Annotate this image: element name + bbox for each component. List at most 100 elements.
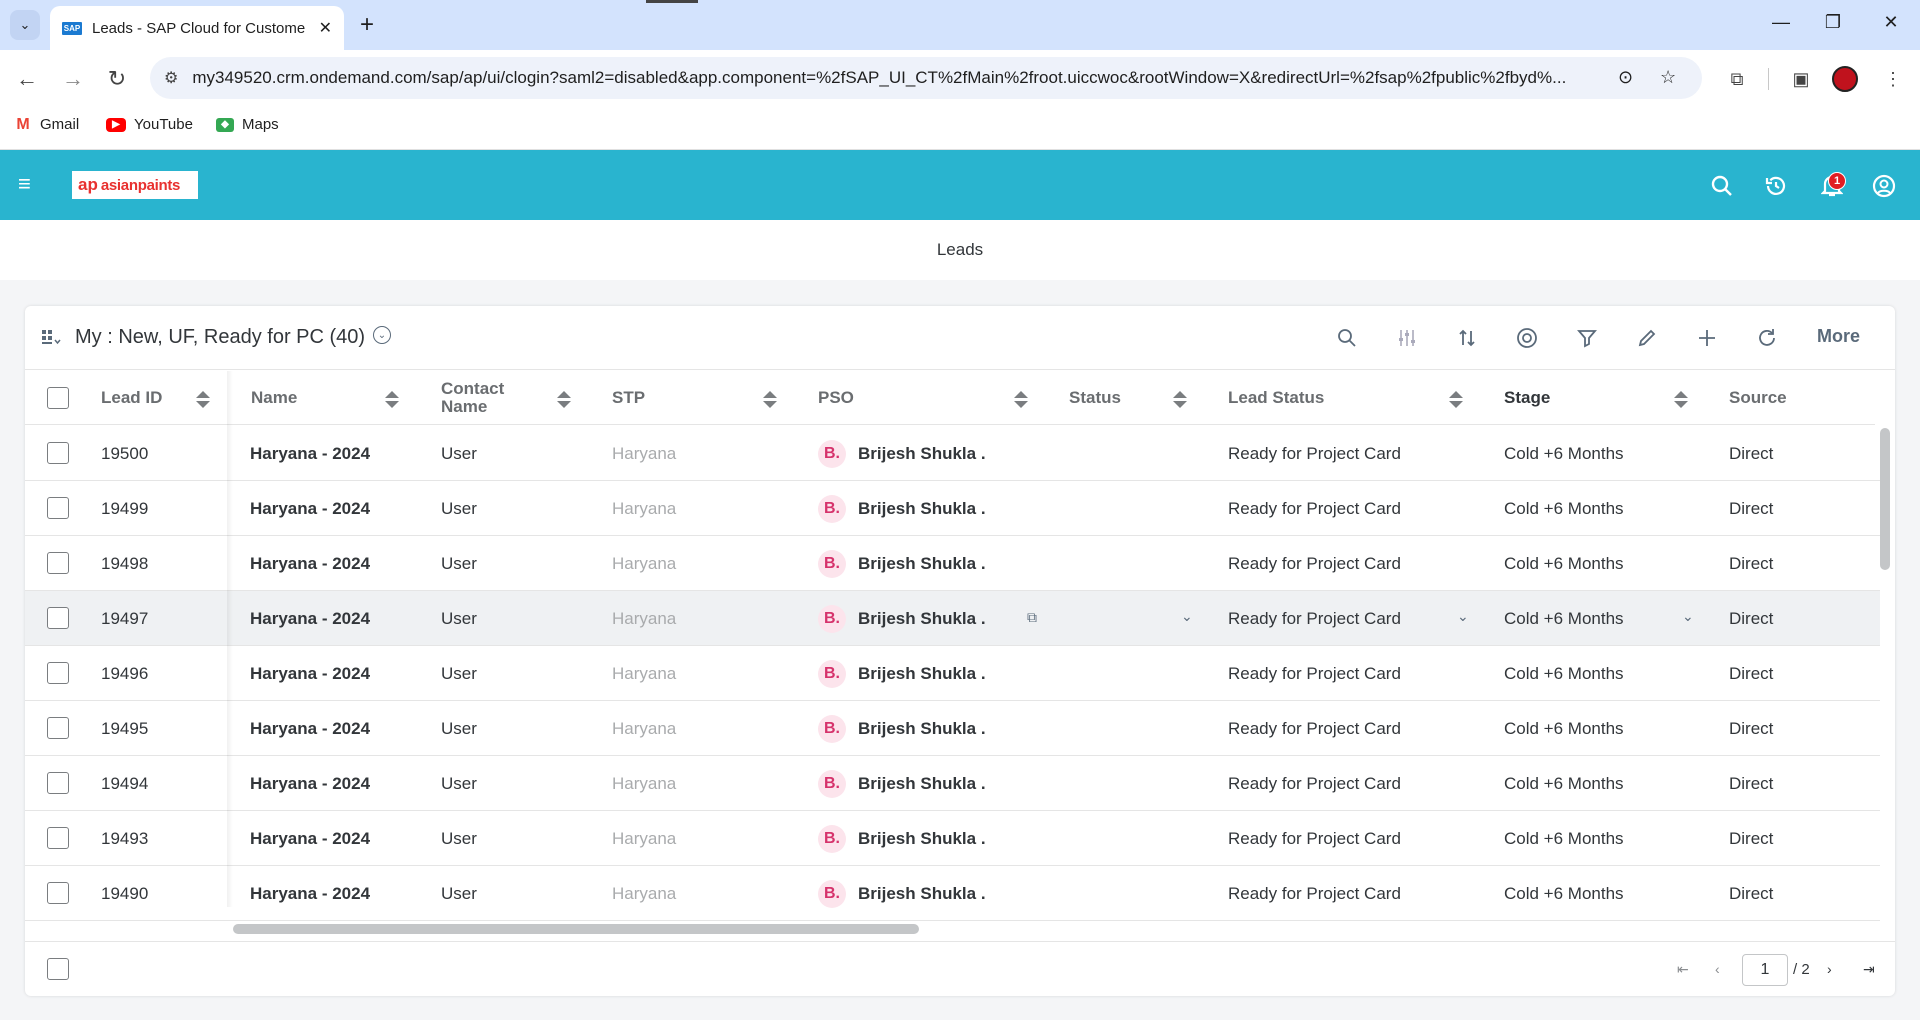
bookmark-maps[interactable]: ◆ Maps xyxy=(216,116,279,133)
sort-icon[interactable] xyxy=(1453,324,1481,352)
lead-status-cell[interactable]: Ready for Project Card xyxy=(1228,756,1401,811)
more-button[interactable]: More xyxy=(1817,326,1860,347)
horizontal-scrollbar[interactable] xyxy=(233,924,919,934)
table-row[interactable]: 19499 Haryana - 2024 User Haryana B. Brijesh … xyxy=(25,481,1880,536)
lead-status-cell[interactable]: Ready for Project Card xyxy=(1228,646,1401,701)
restore-icon[interactable]: ❐ xyxy=(1818,12,1848,33)
lead-status-cell[interactable]: Ready for Project Card xyxy=(1228,811,1401,866)
first-page-icon[interactable]: ⇤ xyxy=(1677,961,1689,978)
stage-cell[interactable]: Cold +6 Months xyxy=(1504,866,1624,921)
view-switch-icon[interactable] xyxy=(41,328,61,346)
lead-status-cell[interactable]: Ready for Project Card xyxy=(1228,866,1401,921)
sort-name-icon[interactable] xyxy=(385,391,399,409)
lead-name-link[interactable]: Haryana - 2024 xyxy=(250,646,370,701)
row-checkbox[interactable] xyxy=(47,772,69,794)
hamburger-menu-icon[interactable]: ≡ xyxy=(18,173,40,195)
lead-status-cell[interactable]: Ready for Project Card xyxy=(1228,481,1401,536)
view-selector-title[interactable]: My : New, UF, Ready for PC (40) xyxy=(75,326,365,349)
row-checkbox[interactable] xyxy=(47,442,69,464)
pso-cell[interactable]: B. Brijesh Shukla . xyxy=(818,866,986,921)
browser-tab-active[interactable]: SAP Leads - SAP Cloud for Custome ✕ xyxy=(50,6,344,50)
lead-status-cell[interactable]: Ready for Project Card xyxy=(1228,426,1401,481)
lead-name-link[interactable]: Haryana - 2024 xyxy=(250,426,370,481)
group-target-icon[interactable] xyxy=(1513,324,1541,352)
column-header-name[interactable]: Name xyxy=(251,371,297,425)
table-row[interactable]: 19496 Haryana - 2024 User Haryana B. Brijesh … xyxy=(25,646,1880,701)
stage-cell[interactable]: Cold +6 Months xyxy=(1504,536,1624,591)
row-checkbox[interactable] xyxy=(47,497,69,519)
table-row[interactable]: 19498 Haryana - 2024 User Haryana B. Brijesh … xyxy=(25,536,1880,591)
user-profile-icon[interactable] xyxy=(1870,172,1898,200)
table-row[interactable]: 19500 Haryana - 2024 User Haryana B. Brijesh … xyxy=(25,426,1880,481)
column-header-source[interactable]: Source xyxy=(1729,371,1787,425)
asianpaints-logo[interactable]: ap asianpaints xyxy=(72,171,198,199)
minimize-icon[interactable]: — xyxy=(1766,12,1796,33)
sort-pso-icon[interactable] xyxy=(1014,391,1028,409)
row-checkbox[interactable] xyxy=(47,662,69,684)
stage-chevron-down-icon[interactable]: ⌄ xyxy=(1682,608,1694,625)
lead-name-link[interactable]: Haryana - 2024 xyxy=(250,701,370,756)
pso-cell[interactable]: B. Brijesh Shukla . xyxy=(818,646,986,701)
previous-page-icon[interactable]: ‹ xyxy=(1715,961,1720,977)
reload-icon[interactable]: ↻ xyxy=(102,64,132,94)
stage-cell[interactable]: Cold +6 Months xyxy=(1504,756,1624,811)
tab-close-icon[interactable]: ✕ xyxy=(319,18,332,38)
column-header-lead-status[interactable]: Lead Status xyxy=(1228,371,1324,425)
refresh-icon[interactable] xyxy=(1753,324,1781,352)
stage-cell[interactable]: Cold +6 Months xyxy=(1504,591,1624,646)
sort-lead-status-icon[interactable] xyxy=(1449,391,1463,409)
stage-cell[interactable]: Cold +6 Months xyxy=(1504,426,1624,481)
sort-contact-icon[interactable] xyxy=(557,391,571,409)
lead-name-link[interactable]: Haryana - 2024 xyxy=(250,811,370,866)
lead-name-link[interactable]: Haryana - 2024 xyxy=(250,481,370,536)
site-info-icon[interactable]: ⚙ xyxy=(164,68,178,88)
pso-cell[interactable]: B. Brijesh Shukla . xyxy=(818,701,986,756)
stage-cell[interactable]: Cold +6 Months xyxy=(1504,481,1624,536)
last-page-icon[interactable]: ⇥ xyxy=(1863,961,1875,978)
bookmark-gmail[interactable]: M Gmail xyxy=(14,116,79,134)
stage-cell[interactable]: Cold +6 Months xyxy=(1504,811,1624,866)
settings-sliders-icon[interactable] xyxy=(1393,324,1421,352)
pso-cell[interactable]: B. Brijesh Shukla . xyxy=(818,811,986,866)
stage-cell[interactable]: Cold +6 Months xyxy=(1504,701,1624,756)
sort-stage-icon[interactable] xyxy=(1674,391,1688,409)
pso-cell[interactable]: B. Brijesh Shukla . xyxy=(818,481,986,536)
column-header-stp[interactable]: STP xyxy=(612,371,645,425)
filter-icon[interactable] xyxy=(1573,324,1601,352)
row-checkbox[interactable] xyxy=(47,607,69,629)
address-bar[interactable]: ⚙ my349520.crm.ondemand.com/sap/ap/ui/cl… xyxy=(150,57,1702,99)
sort-stp-icon[interactable] xyxy=(763,391,777,409)
tab-search-button[interactable]: ⌄ xyxy=(10,10,40,40)
row-checkbox[interactable] xyxy=(47,717,69,739)
location-pin-icon[interactable]: ⊙ xyxy=(1618,67,1633,88)
table-row[interactable]: 19493 Haryana - 2024 User Haryana B. Brijesh … xyxy=(25,811,1880,866)
table-row[interactable]: 19494 Haryana - 2024 User Haryana B. Brijesh … xyxy=(25,756,1880,811)
profile-avatar[interactable] xyxy=(1832,66,1858,92)
pso-cell[interactable]: B. Brijesh Shukla . xyxy=(818,536,986,591)
lead-name-link[interactable]: Haryana - 2024 xyxy=(250,756,370,811)
history-icon[interactable] xyxy=(1762,172,1790,200)
table-row[interactable]: 19490 Haryana - 2024 User Haryana B. Brijesh … xyxy=(25,866,1880,921)
lead-name-link[interactable]: Haryana - 2024 xyxy=(250,536,370,591)
row-checkbox[interactable] xyxy=(47,882,69,904)
sort-lead-id-icon[interactable] xyxy=(196,391,210,409)
stage-cell[interactable]: Cold +6 Months xyxy=(1504,646,1624,701)
pso-cell[interactable]: B. Brijesh Shukla . xyxy=(818,426,986,481)
search-icon[interactable] xyxy=(1708,172,1736,200)
lead-status-cell[interactable]: Ready for Project Card xyxy=(1228,701,1401,756)
column-header-pso[interactable]: PSO xyxy=(818,371,854,425)
bookmark-star-icon[interactable]: ☆ xyxy=(1660,67,1676,88)
add-icon[interactable] xyxy=(1693,324,1721,352)
footer-checkbox[interactable] xyxy=(47,958,69,980)
status-chevron-down-icon[interactable]: ⌄ xyxy=(1181,608,1193,625)
row-checkbox[interactable] xyxy=(47,552,69,574)
page-number-input[interactable]: 1 xyxy=(1742,954,1788,986)
column-header-lead-id[interactable]: Lead ID xyxy=(101,371,162,425)
column-header-stage[interactable]: Stage xyxy=(1504,371,1550,425)
next-page-icon[interactable]: › xyxy=(1827,961,1832,977)
browser-menu-icon[interactable]: ⋮ xyxy=(1878,64,1908,94)
new-tab-button[interactable]: + xyxy=(352,10,382,40)
edit-pencil-icon[interactable] xyxy=(1633,324,1661,352)
side-panel-icon[interactable]: ▣ xyxy=(1786,64,1816,94)
lead-status-cell[interactable]: Ready for Project Card xyxy=(1228,536,1401,591)
